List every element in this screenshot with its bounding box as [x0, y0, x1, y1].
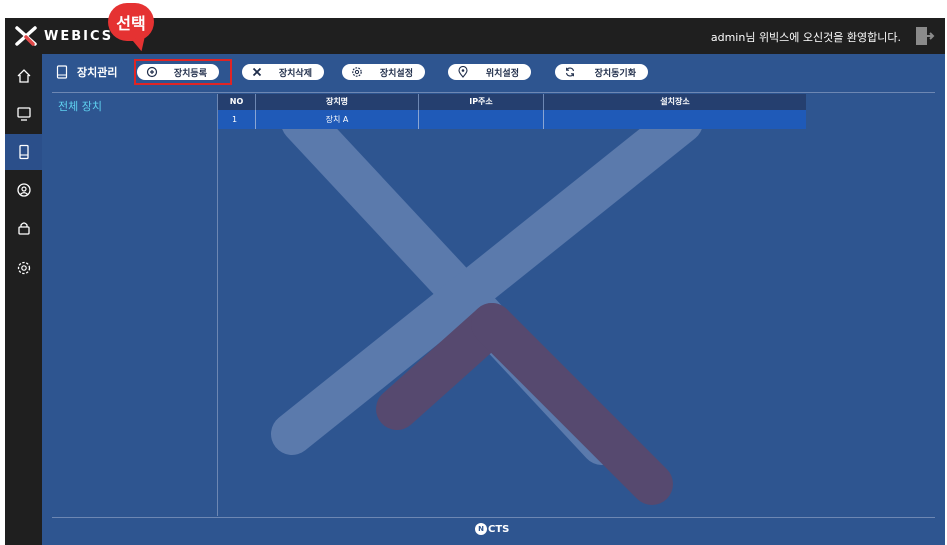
- footer-brand-text: CTS: [488, 523, 510, 535]
- location-pin-icon: [458, 66, 468, 78]
- welcome-message: admin님 위빅스에 오신것을 환영합니다.: [710, 31, 901, 44]
- rail-item-home[interactable]: [5, 58, 42, 94]
- cell-no: 1: [218, 110, 256, 129]
- toolbar: 장치관리 장치등록 장치삭제 장치설정 위치설정 장치동기화: [42, 54, 945, 90]
- monitor-icon: [16, 107, 31, 121]
- sync-icon: [565, 67, 575, 77]
- register-device-label: 장치등록: [173, 69, 207, 79]
- cell-location: [544, 110, 806, 129]
- webics-x-logo-icon: [15, 26, 37, 46]
- delete-device-button[interactable]: 장치삭제: [242, 64, 324, 80]
- gear-icon: [352, 67, 362, 77]
- main-panel: 장치관리 장치등록 장치삭제 장치설정 위치설정 장치동기화 전체 장치 NO …: [42, 54, 945, 545]
- column-header-device-name[interactable]: 장치명: [256, 94, 419, 110]
- device-settings-button[interactable]: 장치설정: [342, 64, 425, 80]
- rail-item-monitor[interactable]: [5, 96, 42, 132]
- home-icon: [17, 69, 30, 83]
- table-row[interactable]: 1 장치 A: [218, 110, 806, 129]
- location-settings-button[interactable]: 위치설정: [448, 64, 531, 80]
- logo-text: WEBICS: [44, 28, 114, 44]
- footer-brand-logo: N CTS: [475, 523, 509, 535]
- device-icon: [18, 144, 29, 160]
- rail-item-settings[interactable]: [5, 250, 42, 286]
- column-header-no[interactable]: NO: [218, 94, 256, 110]
- x-icon: [252, 67, 262, 77]
- device-settings-label: 장치설정: [379, 69, 413, 79]
- delete-device-label: 장치삭제: [278, 69, 312, 79]
- footer-divider: [52, 517, 935, 518]
- column-header-ip[interactable]: IP주소: [419, 94, 544, 110]
- cell-device-name: 장치 A: [256, 110, 419, 129]
- icon-rail: [5, 54, 42, 545]
- location-settings-label: 위치설정: [485, 69, 519, 79]
- toolbar-divider: [52, 92, 935, 93]
- device-icon: [56, 65, 68, 79]
- rail-item-lock[interactable]: [5, 210, 42, 246]
- sync-device-button[interactable]: 장치동기화: [555, 64, 648, 80]
- all-devices-tree-item[interactable]: 전체 장치: [58, 98, 102, 114]
- rail-item-device[interactable]: [5, 134, 42, 170]
- page-title: 장치관리: [56, 64, 117, 80]
- logout-door-icon[interactable]: [913, 25, 935, 47]
- gear-icon: [17, 261, 30, 275]
- device-table: NO 장치명 IP주소 설치장소 1 장치 A: [218, 94, 806, 129]
- panel-divider: [217, 94, 218, 516]
- page-title-text: 장치관리: [77, 66, 118, 79]
- sync-device-label: 장치동기화: [594, 69, 636, 79]
- cell-ip: [419, 110, 544, 129]
- rail-item-user[interactable]: [5, 172, 42, 208]
- register-device-button[interactable]: 장치등록: [137, 64, 219, 80]
- lock-icon: [17, 222, 30, 235]
- plus-circle-icon: [146, 66, 158, 78]
- app-logo[interactable]: WEBICS: [14, 26, 113, 46]
- callout-label: 선택: [116, 14, 146, 33]
- user-circle-icon: [16, 183, 31, 197]
- table-header: NO 장치명 IP주소 설치장소: [218, 94, 806, 110]
- select-callout-badge: 선택: [108, 3, 154, 41]
- brand-mark-icon: N: [475, 523, 487, 535]
- column-header-location[interactable]: 설치장소: [544, 94, 806, 110]
